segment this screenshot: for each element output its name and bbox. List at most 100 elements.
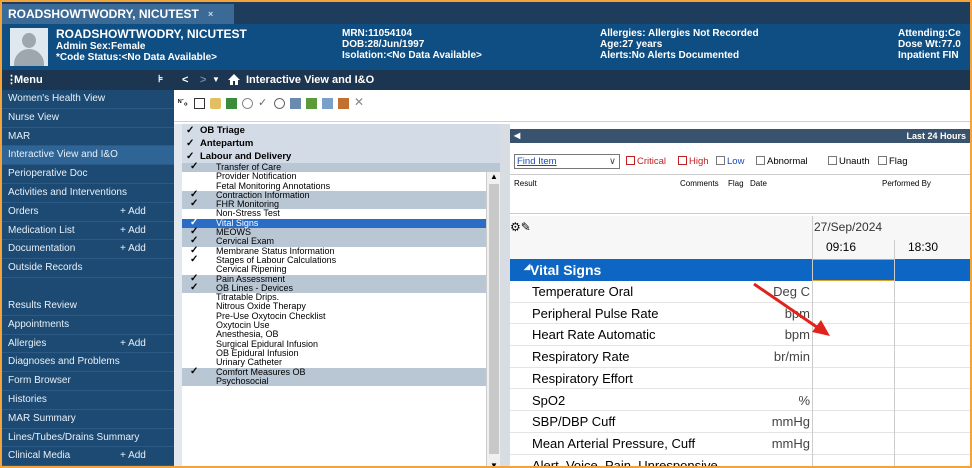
vital-sign-row[interactable]: Peripheral Pulse Rate bpm xyxy=(510,303,970,325)
vital-sign-row[interactable]: SpO2% xyxy=(510,390,970,412)
sidebar-item[interactable]: Lines/Tubes/Drains Summary xyxy=(2,429,174,448)
sidebar-item[interactable]: Histories xyxy=(2,391,174,410)
vital-sign-name: Heart Rate Automatic xyxy=(532,327,656,343)
grid-divider xyxy=(894,240,895,466)
sidebar-item[interactable]: Orders + Add xyxy=(2,203,174,222)
filter-high[interactable]: High xyxy=(678,156,709,168)
sidebar-item-label: MAR xyxy=(8,130,31,142)
flowsheet-pane: ◀ Last 24 Hours Find Item ∨ Critical High… xyxy=(510,124,970,468)
sidebar-item[interactable]: MAR Summary xyxy=(2,410,174,429)
filter-low[interactable]: Low xyxy=(716,156,744,168)
band-group-label: Antepartum xyxy=(200,138,254,149)
close-icon[interactable]: ✕ xyxy=(354,95,365,109)
sidebar-item[interactable]: Documentation + Add xyxy=(2,240,174,260)
refresh-icon[interactable] xyxy=(210,98,221,109)
collapse-left-icon[interactable]: ◀ xyxy=(514,129,520,143)
column-time-2[interactable]: 18:30 xyxy=(908,240,938,254)
vital-sign-row[interactable]: Alert, Voice, Pain, Unresponsive xyxy=(510,455,970,468)
add-button[interactable]: + Add xyxy=(120,335,146,354)
col-result[interactable]: Result xyxy=(514,179,537,188)
inpatient-fin: Inpatient FIN xyxy=(898,50,959,61)
grid-icon[interactable] xyxy=(226,98,237,109)
add-button[interactable]: + Add xyxy=(120,222,146,241)
sidebar-item[interactable]: Perioperative Doc xyxy=(2,165,174,184)
vital-sign-row[interactable]: Mean Arterial Pressure, Cuff mmHg xyxy=(510,433,970,455)
vital-sign-name: Respiratory Effort xyxy=(532,370,633,386)
sidebar-item[interactable]: Allergies + Add xyxy=(2,335,174,354)
filter-flag[interactable]: Flag xyxy=(878,156,907,168)
check-icon[interactable]: ✓ xyxy=(258,96,269,109)
col-performed-by[interactable]: Performed By xyxy=(882,179,931,188)
filter-critical[interactable]: Critical xyxy=(626,156,666,168)
patient-tab[interactable]: ROADSHOWTWODRY, NICUTEST × xyxy=(2,4,234,24)
collapse-triangle-icon[interactable]: ◢ xyxy=(524,256,530,278)
scroll-up-icon[interactable]: ▲ xyxy=(490,172,498,181)
sidebar-item-label: Perioperative Doc xyxy=(8,168,88,180)
checkmark-icon: ✓ xyxy=(190,198,199,210)
vital-sign-row[interactable]: SBP/DBP Cuff mmHg xyxy=(510,411,970,433)
band-group[interactable]: ✓ OB Triage xyxy=(182,124,500,137)
table-icon[interactable] xyxy=(194,98,205,109)
docs-toggle-icon[interactable]: ᴺ˙ₒ xyxy=(178,98,189,109)
sidebar-item[interactable]: Women's Health View xyxy=(2,90,174,109)
sidebar-item[interactable]: MAR xyxy=(2,128,174,147)
sidebar-item-label: Lines/Tubes/Drains Summary xyxy=(8,431,140,443)
vital-sign-row[interactable]: Heart Rate Automatic bpm xyxy=(510,324,970,347)
sidebar-item[interactable]: Activities and Interventions xyxy=(2,184,174,203)
section-header-vital-signs[interactable]: ◢ Vital Signs xyxy=(510,259,970,281)
close-tab-icon[interactable]: × xyxy=(208,9,213,19)
sidebar-item[interactable]: Results Review xyxy=(2,297,174,316)
vital-sign-row[interactable]: Respiratory Effort xyxy=(510,368,970,390)
forward-button[interactable]: > xyxy=(200,70,206,90)
patient-name[interactable]: ROADSHOWTWODRY, NICUTEST xyxy=(56,28,247,41)
cancel-icon[interactable] xyxy=(274,98,285,109)
sidebar-item[interactable]: Form Browser xyxy=(2,372,174,391)
chevron-down-icon[interactable]: ▼ xyxy=(212,70,220,90)
sidebar-item-label: Orders xyxy=(8,205,39,217)
sidebar-item[interactable]: Appointments xyxy=(2,316,174,335)
band-item-label: Psychosocial xyxy=(216,375,269,386)
document-icon[interactable] xyxy=(290,98,301,109)
home-icon[interactable] xyxy=(228,74,240,85)
sidebar-item[interactable]: Nurse View xyxy=(2,109,174,128)
col-comments[interactable]: Comments xyxy=(680,179,719,188)
checkmark-icon: ✓ xyxy=(186,125,195,136)
column-time-1[interactable]: 09:16 xyxy=(826,240,856,254)
chart-icon[interactable] xyxy=(306,98,317,109)
band-group[interactable]: ✓ Antepartum xyxy=(182,137,500,150)
copy-icon[interactable] xyxy=(242,98,253,109)
filter-unauth[interactable]: Unauth xyxy=(828,156,870,168)
flowsheet-tools-icon[interactable]: ⚙✎ xyxy=(510,220,531,234)
col-flag[interactable]: Flag xyxy=(728,179,744,188)
sidebar-item[interactable]: Outside Records xyxy=(2,259,174,278)
sidebar-item[interactable]: Interactive View and I&O xyxy=(2,146,174,166)
vital-sign-row[interactable]: Temperature Oral Deg C xyxy=(510,281,970,303)
allergies[interactable]: Allergies: Allergies Not Recorded xyxy=(600,28,759,39)
menu-label[interactable]: Menu xyxy=(14,70,43,90)
calc-icon[interactable] xyxy=(338,98,349,109)
graph-icon[interactable] xyxy=(322,98,333,109)
scroll-thumb[interactable] xyxy=(489,184,499,454)
sidebar-item[interactable]: Medication List + Add xyxy=(2,222,174,241)
banner-col-3: Allergies: Allergies Not Recorded Age:27… xyxy=(600,28,759,61)
sidebar-item[interactable]: Clinical Media + Add xyxy=(2,447,174,466)
time-range-label[interactable]: Last 24 Hours xyxy=(906,129,966,143)
tree-scrollbar[interactable]: ▲ ▼ xyxy=(486,172,500,466)
pane-splitter[interactable] xyxy=(500,124,510,466)
vital-sign-row[interactable]: Respiratory Rate br/min xyxy=(510,346,970,368)
vital-sign-unit: % xyxy=(798,392,810,408)
pin-icon[interactable]: ⊧ xyxy=(158,70,163,90)
col-date[interactable]: Date xyxy=(750,179,767,188)
flowsheet-header: ◀ Last 24 Hours xyxy=(510,129,970,143)
add-button[interactable]: + Add xyxy=(120,240,146,259)
add-button[interactable]: + Add xyxy=(120,203,146,222)
scroll-down-icon[interactable]: ▼ xyxy=(490,461,498,466)
add-button[interactable]: + Add xyxy=(120,447,146,466)
band-item[interactable]: Psychosocial xyxy=(182,375,500,387)
filter-abnormal[interactable]: Abnormal xyxy=(756,156,808,168)
selected-cell[interactable] xyxy=(812,259,895,281)
back-button[interactable]: < xyxy=(182,70,188,90)
find-item-dropdown[interactable]: Find Item ∨ xyxy=(514,154,620,169)
vital-sign-name: Alert, Voice, Pain, Unresponsive xyxy=(532,457,718,468)
sidebar-item[interactable]: Diagnoses and Problems xyxy=(2,353,174,373)
